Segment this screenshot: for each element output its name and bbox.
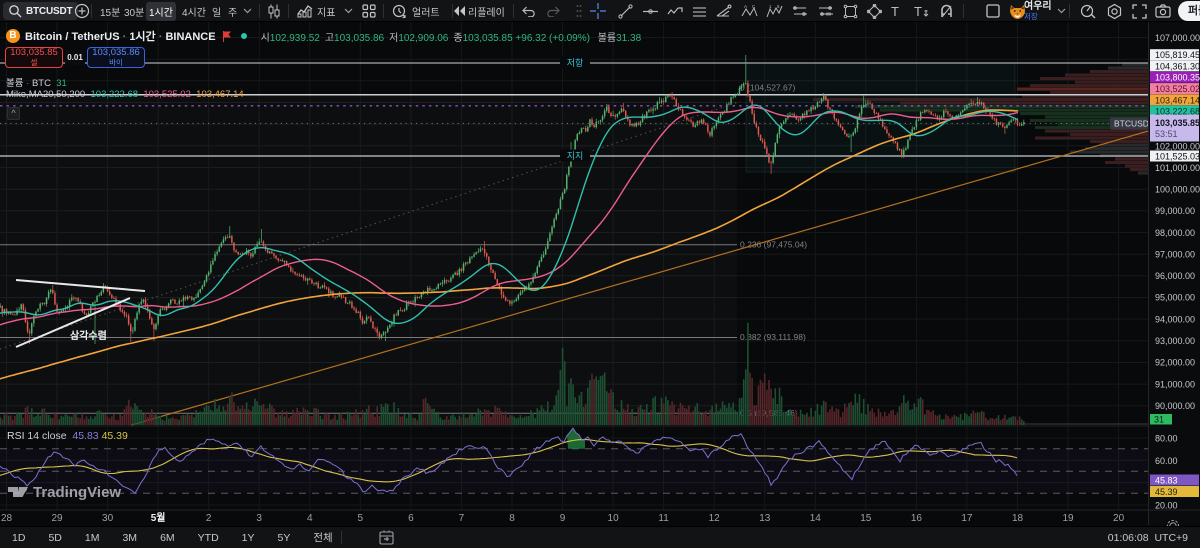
svg-text:31: 31: [1154, 415, 1164, 425]
svg-text:91,000.00: 91,000.00: [1155, 379, 1195, 389]
svg-text:11: 11: [658, 513, 669, 524]
svg-text:60.00: 60.00: [1155, 456, 1178, 466]
svg-text:5월: 5월: [151, 512, 166, 524]
svg-text:103,525.02: 103,525.02: [1155, 84, 1200, 94]
svg-text:14: 14: [810, 513, 822, 524]
svg-text:102,000.00: 102,000.00: [1155, 141, 1200, 151]
svg-text:98,000.00: 98,000.00: [1155, 228, 1195, 238]
svg-text:A: A: [744, 4, 747, 9]
svg-text:90,000.00: 90,000.00: [1155, 401, 1195, 411]
svg-text:99,000.00: 99,000.00: [1155, 206, 1195, 216]
svg-text:80.00: 80.00: [1155, 434, 1178, 444]
svg-text:17: 17: [961, 513, 973, 524]
svg-text:103,800.35: 103,800.35: [1155, 73, 1200, 83]
svg-text:15: 15: [860, 513, 872, 524]
svg-text:3: 3: [256, 513, 262, 524]
svg-text:104,361.30: 104,361.30: [1155, 61, 1200, 71]
svg-text:저항: 저항: [567, 58, 584, 68]
svg-text:6: 6: [408, 513, 414, 524]
svg-text:18: 18: [1012, 513, 1024, 524]
svg-text:5: 5: [777, 4, 780, 9]
svg-text:28: 28: [1, 513, 13, 524]
svg-text:19: 19: [1062, 513, 1074, 524]
svg-text:8: 8: [509, 513, 515, 524]
svg-text:103,467.14: 103,467.14: [1155, 95, 1200, 105]
svg-text:10: 10: [608, 513, 620, 524]
svg-text:5: 5: [358, 513, 364, 524]
svg-text:105,819.45: 105,819.45: [1155, 50, 1200, 60]
svg-text:101,000.00: 101,000.00: [1155, 163, 1200, 173]
svg-text:97,000.00: 97,000.00: [1155, 250, 1195, 260]
svg-text:삼각수렴: 삼각수렴: [70, 329, 107, 342]
svg-text:100,000.00: 100,000.00: [1155, 185, 1200, 195]
svg-text:4: 4: [307, 513, 313, 524]
svg-text:2: 2: [206, 513, 212, 524]
svg-text:T: T: [914, 4, 922, 19]
svg-text:29: 29: [51, 513, 63, 524]
svg-text:45.83: 45.83: [1155, 476, 1178, 486]
svg-text:0.382 (93,111.98): 0.382 (93,111.98): [740, 332, 806, 342]
svg-text:0.236 (97,475.04): 0.236 (97,475.04): [740, 239, 807, 249]
svg-text:92,000.00: 92,000.00: [1155, 358, 1195, 368]
svg-text:13: 13: [759, 513, 771, 524]
svg-text:96,000.00: 96,000.00: [1155, 271, 1195, 281]
svg-text:T: T: [891, 4, 899, 19]
svg-text:12: 12: [709, 513, 721, 524]
svg-text:95,000.00: 95,000.00: [1155, 293, 1195, 303]
svg-text:53:51: 53:51: [1155, 129, 1178, 139]
svg-text:30: 30: [102, 513, 114, 524]
svg-text:9: 9: [560, 513, 566, 524]
svg-text:94,000.00: 94,000.00: [1155, 314, 1195, 324]
svg-text:7: 7: [459, 513, 465, 524]
svg-text:45.39: 45.39: [1155, 487, 1178, 497]
svg-text:103,035.85: 103,035.85: [1155, 118, 1200, 128]
svg-text:지지: 지지: [567, 151, 584, 161]
svg-text:1: 1: [769, 4, 772, 9]
svg-text:107,000.00: 107,000.00: [1155, 33, 1200, 43]
svg-text:20: 20: [1113, 513, 1125, 524]
svg-text:16: 16: [911, 513, 923, 524]
svg-text:101,525.03: 101,525.03: [1155, 152, 1200, 162]
svg-text:93,000.00: 93,000.00: [1155, 336, 1195, 346]
svg-text:TradingView: TradingView: [33, 484, 121, 501]
svg-text:20.00: 20.00: [1155, 501, 1178, 511]
